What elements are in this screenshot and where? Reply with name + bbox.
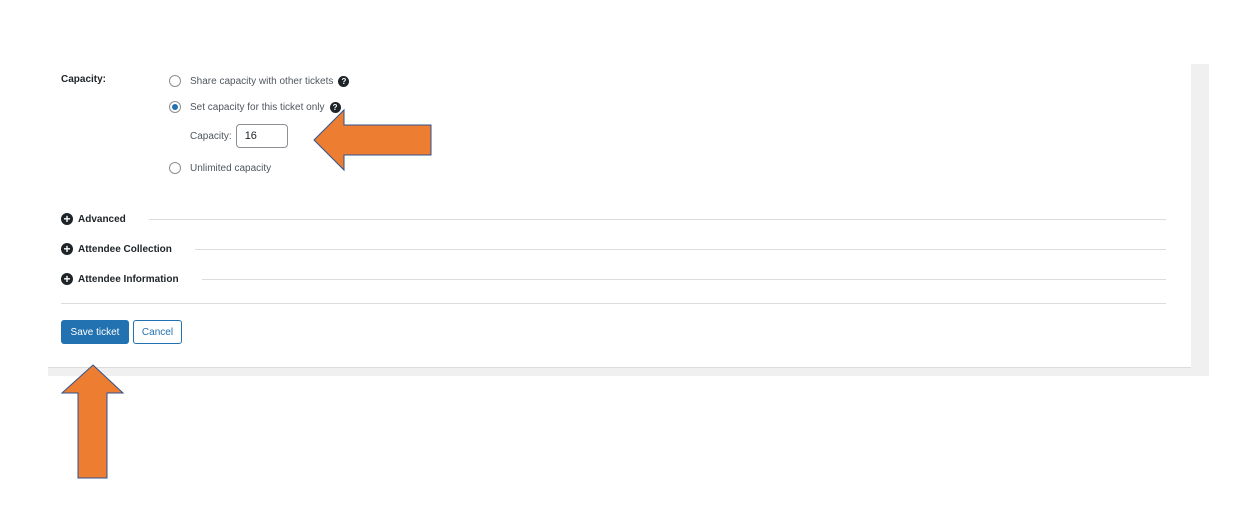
up-arrow-annotation — [60, 364, 125, 479]
annotation-overlay — [60, 108, 432, 479]
left-arrow-annotation — [313, 108, 432, 172]
